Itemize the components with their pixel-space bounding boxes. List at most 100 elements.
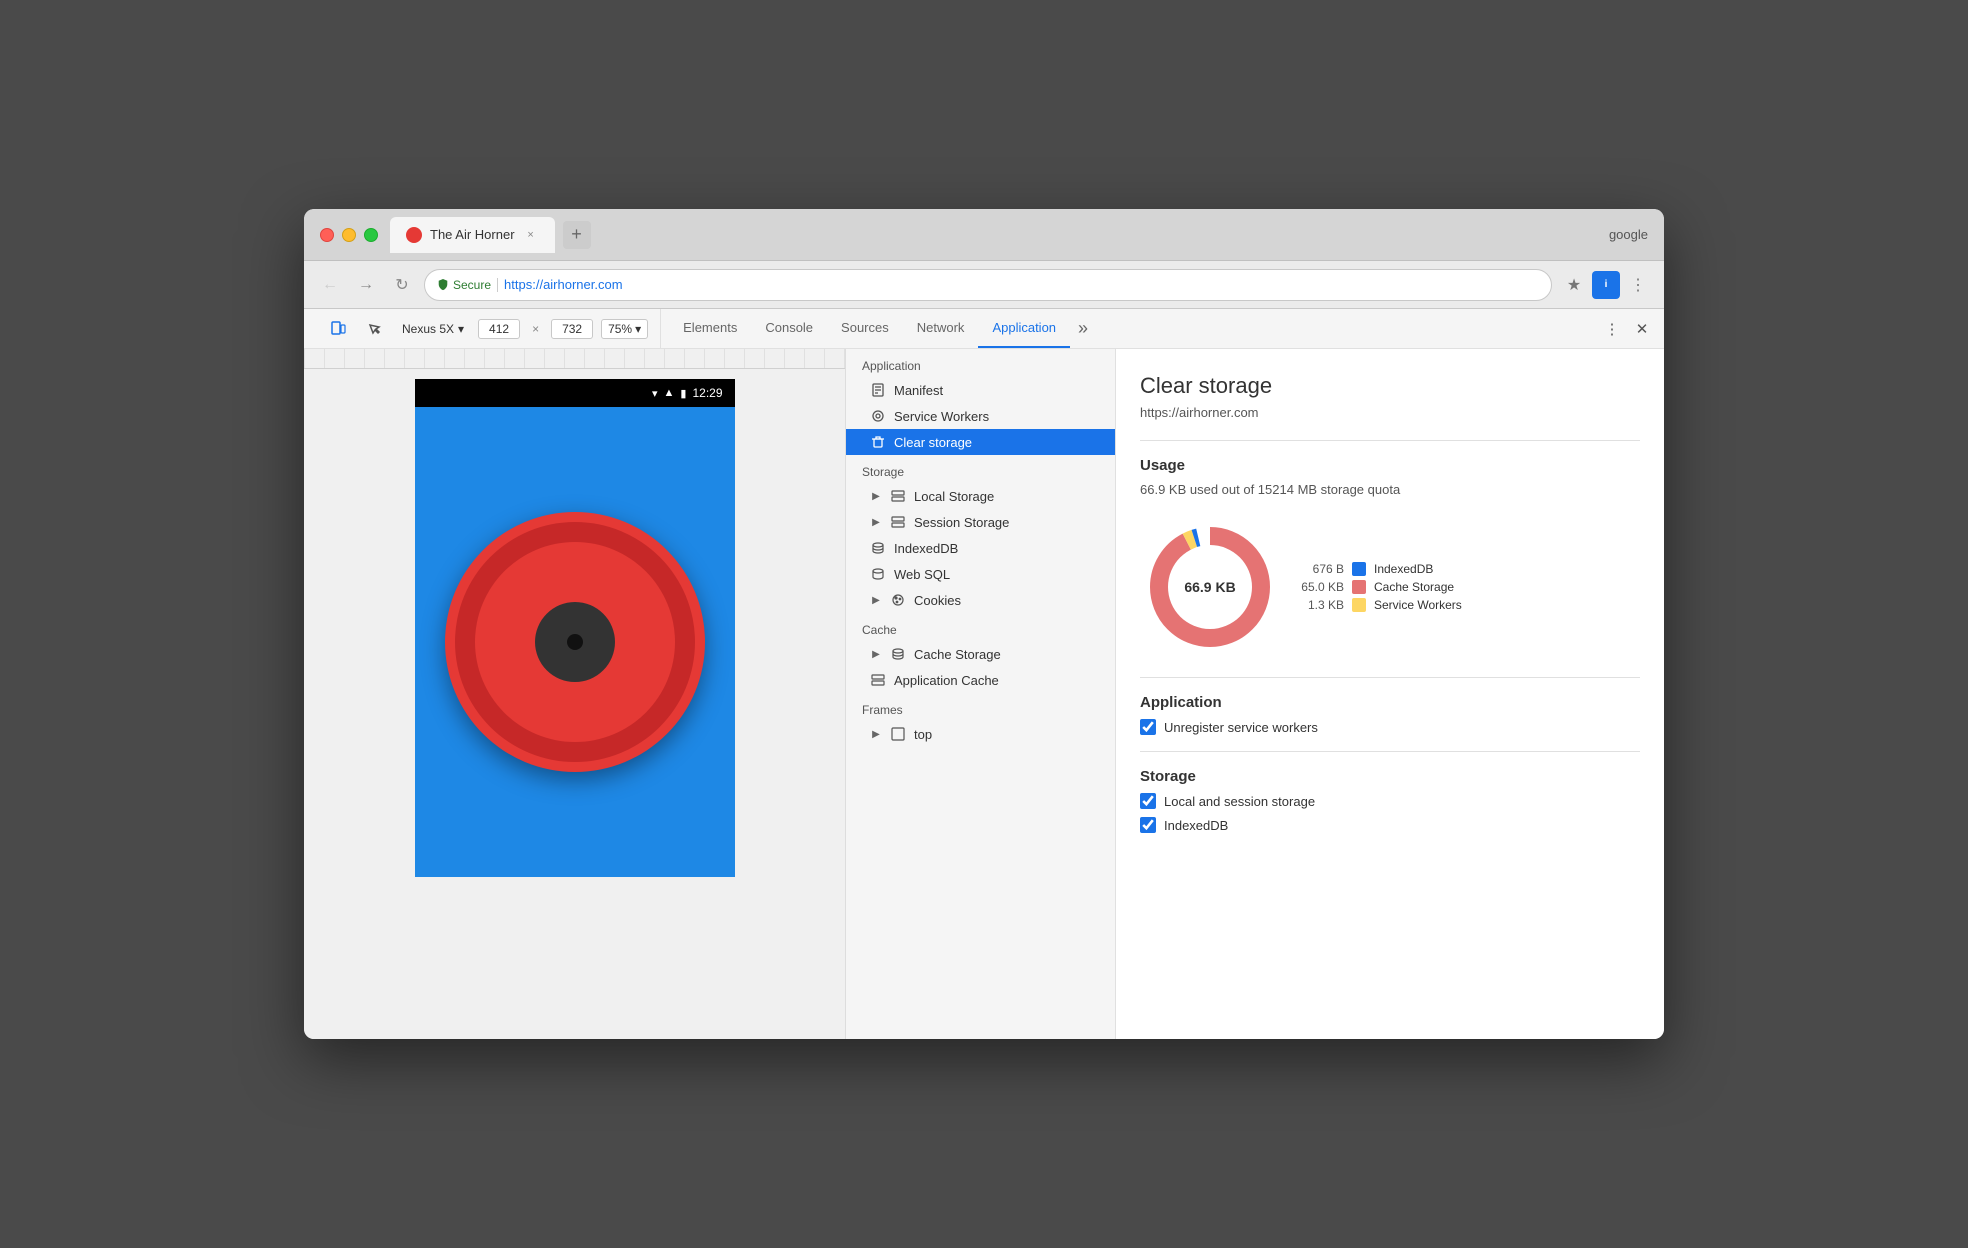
tab-area: The Air Horner × + (390, 217, 1597, 253)
session-storage-label: Session Storage (914, 515, 1009, 530)
status-time: 12:29 (692, 386, 722, 400)
indexeddb-label: IndexedDB (1164, 818, 1228, 833)
checkbox-local-session: Local and session storage (1140, 793, 1640, 809)
tab-elements[interactable]: Elements (669, 309, 751, 348)
device-toolbar: Nexus 5X ▾ 412 × 732 75% ▾ (312, 309, 661, 348)
unregister-sw-checkbox[interactable] (1140, 719, 1156, 735)
sidebar-item-session-storage[interactable]: ▶ Session Storage (846, 509, 1115, 535)
battery-icon: ▮ (680, 387, 686, 400)
clear-storage-icon (870, 434, 886, 450)
width-input[interactable]: 412 (478, 319, 520, 339)
cache-storage-icon (890, 646, 906, 662)
chart-legend: 676 B IndexedDB 65.0 KB Cache Storage 1.… (1300, 562, 1462, 612)
unregister-sw-label: Unregister service workers (1164, 720, 1318, 735)
secure-badge: Secure (437, 278, 491, 292)
application-cache-icon (870, 672, 886, 688)
minimize-button[interactable] (342, 228, 356, 242)
service-workers-icon (870, 408, 886, 424)
extension-button[interactable]: i (1592, 271, 1620, 299)
local-session-label: Local and session storage (1164, 794, 1315, 809)
forward-button[interactable]: → (352, 271, 380, 299)
zoom-arrow: ▾ (635, 322, 641, 336)
wifi-icon: ▾ (652, 387, 658, 400)
legend-item-cache-storage: 65.0 KB Cache Storage (1300, 580, 1462, 594)
legend-label-indexeddb: IndexedDB (1374, 562, 1433, 576)
sidebar-item-cookies[interactable]: ▶ Cookies (846, 587, 1115, 613)
frames-section-header: Frames (846, 693, 1115, 721)
inspect-icon[interactable] (360, 315, 388, 343)
local-session-checkbox[interactable] (1140, 793, 1156, 809)
sidebar-item-local-storage[interactable]: ▶ Local Storage (846, 483, 1115, 509)
status-bar: ▾ ▲ ▮ 12:29 (415, 379, 735, 407)
vinyl-record (445, 512, 705, 772)
sidebar-item-websql[interactable]: Web SQL (846, 561, 1115, 587)
device-name: Nexus 5X (402, 322, 454, 336)
zoom-selector[interactable]: 75% ▾ (601, 319, 648, 339)
devtools-actions: ⋮ ✕ (1598, 315, 1664, 343)
panel-url: https://airhorner.com (1140, 405, 1640, 420)
sidebar-item-top[interactable]: ▶ top (846, 721, 1115, 747)
usage-section-title: Usage (1140, 457, 1640, 474)
legend-label-service-workers: Service Workers (1374, 598, 1462, 612)
phone-body (415, 407, 735, 877)
more-tabs-button[interactable]: » (1070, 318, 1096, 339)
usage-text: 66.9 KB used out of 15214 MB storage quo… (1140, 482, 1640, 497)
maximize-button[interactable] (364, 228, 378, 242)
tab-close-button[interactable]: × (523, 227, 539, 243)
bookmark-button[interactable]: ★ (1560, 271, 1588, 299)
url-bar: ← → ↻ Secure https://airhorner.com ★ i ⋮ (304, 261, 1664, 309)
close-button[interactable] (320, 228, 334, 242)
devtools-more-button[interactable]: ⋮ (1598, 315, 1626, 343)
legend-item-service-workers: 1.3 KB Service Workers (1300, 598, 1462, 612)
traffic-lights (320, 228, 378, 242)
storage-section-header: Storage (846, 455, 1115, 483)
more-options-button[interactable]: ⋮ (1624, 271, 1652, 299)
device-preview: ▾ ▲ ▮ 12:29 (304, 369, 845, 1039)
cookies-label: Cookies (914, 593, 961, 608)
application-section: Application Unregister service workers (1140, 694, 1640, 735)
sidebar-item-manifest[interactable]: Manifest (846, 377, 1115, 403)
tab-console[interactable]: Console (751, 309, 827, 348)
divider-3 (1140, 751, 1640, 752)
main-panel: Clear storage https://airhorner.com Usag… (1116, 349, 1664, 1039)
top-arrow: ▶ (870, 728, 882, 740)
legend-size-indexeddb: 676 B (1300, 562, 1344, 576)
new-tab-button[interactable]: + (563, 221, 591, 249)
sidebar-item-clear-storage[interactable]: Clear storage (846, 429, 1115, 455)
device-selector[interactable]: Nexus 5X ▾ (396, 318, 470, 340)
indexeddb-checkbox[interactable] (1140, 817, 1156, 833)
sidebar-item-indexeddb[interactable]: IndexedDB (846, 535, 1115, 561)
legend-item-indexeddb: 676 B IndexedDB (1300, 562, 1462, 576)
storage-section: Storage Local and session storage Indexe… (1140, 768, 1640, 833)
url-actions: ★ i ⋮ (1560, 271, 1652, 299)
cookies-arrow: ▶ (870, 594, 882, 606)
devtools-close-button[interactable]: ✕ (1628, 315, 1656, 343)
sidebar-item-service-workers[interactable]: Service Workers (846, 403, 1115, 429)
service-workers-label: Service Workers (894, 409, 989, 424)
back-button[interactable]: ← (316, 271, 344, 299)
url-domain: airhorner.com (543, 277, 622, 292)
frame-icon (890, 726, 906, 742)
tab-sources[interactable]: Sources (827, 309, 903, 348)
tab-network[interactable]: Network (903, 309, 979, 348)
height-input[interactable]: 732 (551, 319, 593, 339)
websql-icon (870, 566, 886, 582)
session-storage-arrow: ▶ (870, 516, 882, 528)
legend-dot-service-workers (1352, 598, 1366, 612)
vinyl-center (567, 634, 583, 650)
browser-tab[interactable]: The Air Horner × (390, 217, 555, 253)
checkbox-unregister-sw: Unregister service workers (1140, 719, 1640, 735)
chart-area: 66.9 KB 676 B IndexedDB 65.0 KB Cache St… (1140, 517, 1640, 657)
sidebar-item-application-cache[interactable]: Application Cache (846, 667, 1115, 693)
divider-1 (1140, 440, 1640, 441)
tab-application[interactable]: Application (978, 309, 1070, 348)
cache-storage-label: Cache Storage (914, 647, 1001, 662)
reload-button[interactable]: ↻ (388, 271, 416, 299)
device-toggle-icon[interactable] (324, 315, 352, 343)
donut-chart: 66.9 KB (1140, 517, 1280, 657)
manifest-label: Manifest (894, 383, 943, 398)
session-storage-icon (890, 514, 906, 530)
top-label: top (914, 727, 932, 742)
sidebar-item-cache-storage[interactable]: ▶ Cache Storage (846, 641, 1115, 667)
url-bar-input[interactable]: Secure https://airhorner.com (424, 269, 1552, 301)
